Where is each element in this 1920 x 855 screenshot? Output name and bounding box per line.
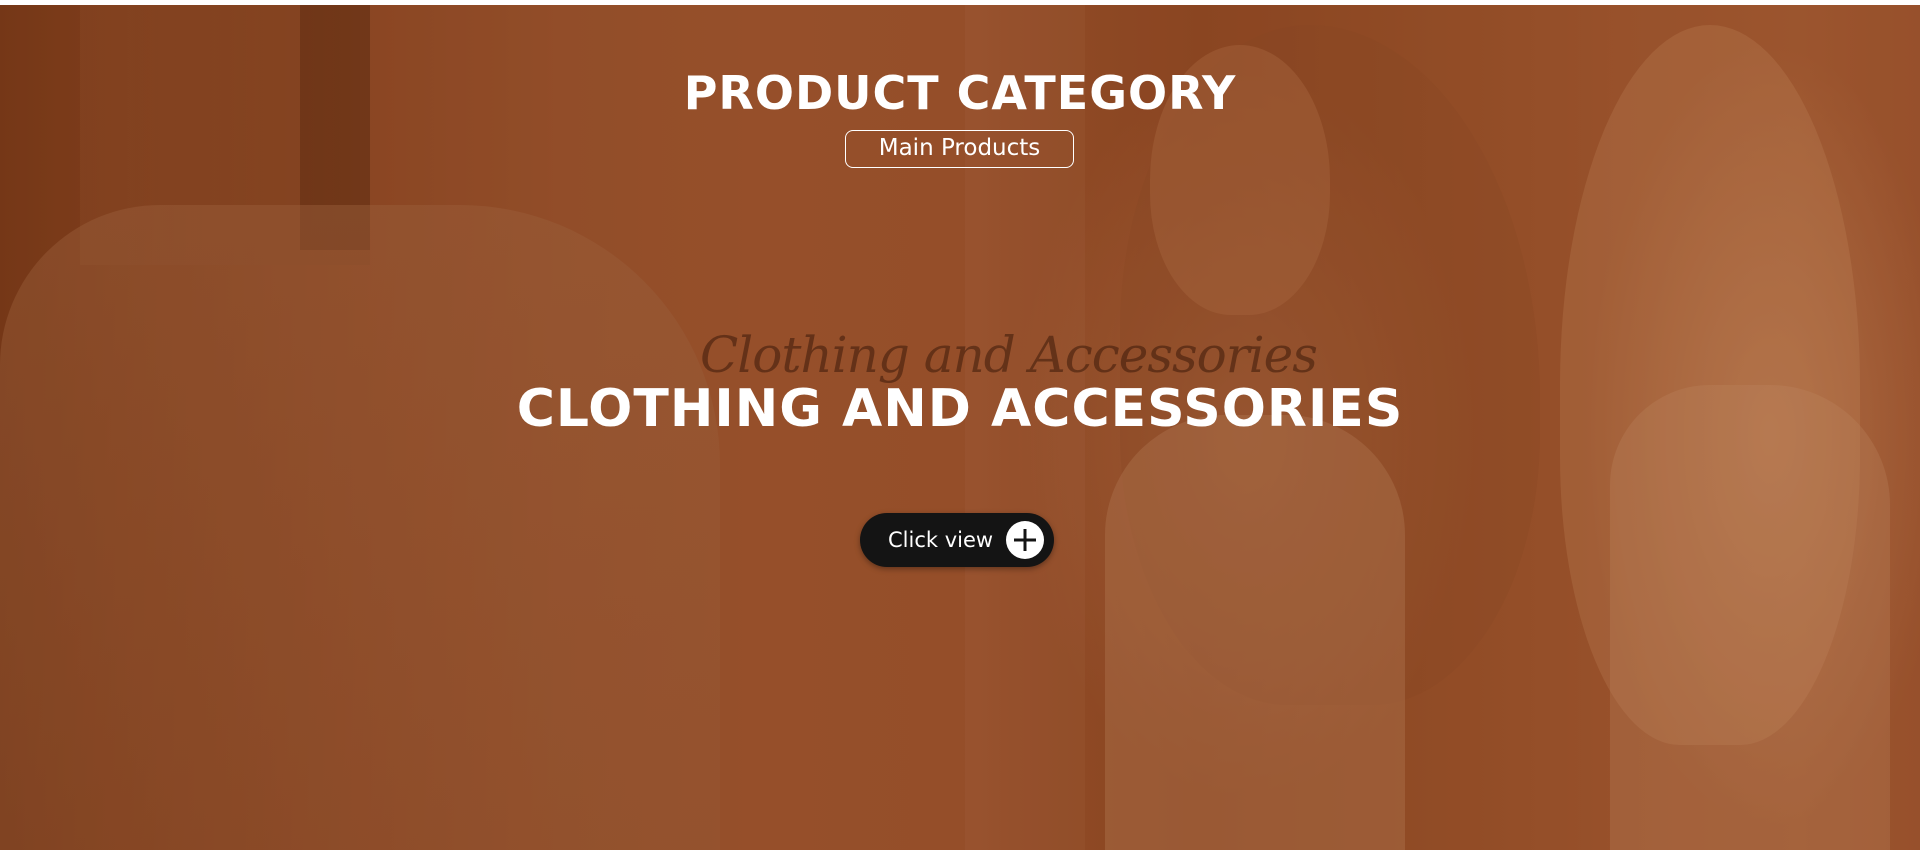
click-view-button[interactable]: Click view [860,513,1054,567]
main-products-tag[interactable]: Main Products [845,130,1074,168]
section-title: PRODUCT CATEGORY [683,66,1237,120]
category-heading: CLOTHING AND ACCESSORIES [516,379,1404,439]
category-hero: PRODUCT CATEGORY Main Products Clothing … [0,5,1920,850]
plus-icon[interactable] [1006,521,1044,559]
click-view-label: Click view [888,528,994,552]
